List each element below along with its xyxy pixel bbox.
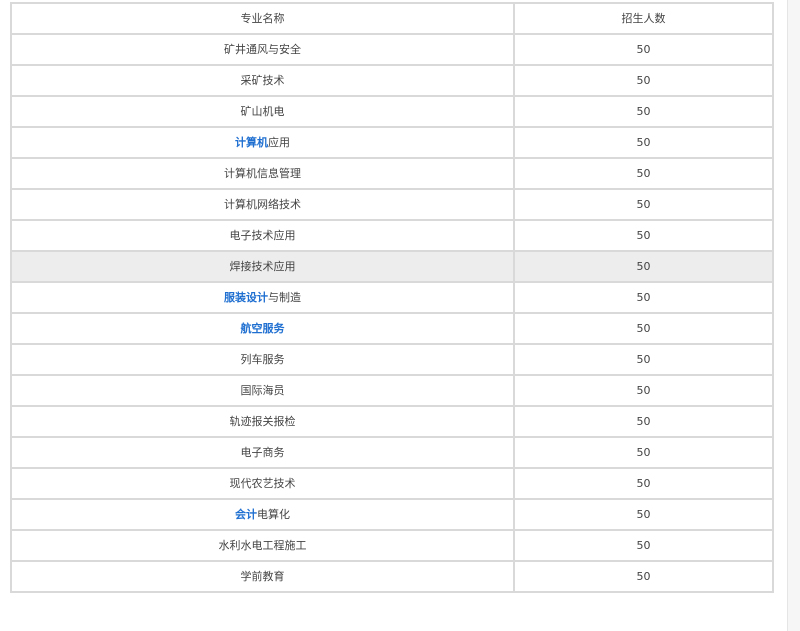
major-name-text: 与制造 (268, 291, 301, 304)
cell-major-name: 轨迹报关报检 (10, 405, 515, 438)
cell-major-name: 水利水电工程施工 (10, 529, 515, 562)
page: 专业名称 招生人数 矿井通风与安全 50 采矿技术 50 矿山机电 50 计算机应用 50 计算… (0, 0, 800, 631)
cell-major-name: 计算机网络技术 (10, 188, 515, 221)
major-name-text: 焊接技术应用 (229, 260, 296, 273)
cell-major-name: 计算机应用 (10, 126, 515, 159)
cell-major-name: 会计电算化 (10, 498, 515, 531)
table-row: 会计电算化 50 (10, 498, 774, 531)
header-major-name: 专业名称 (10, 2, 515, 35)
major-keyword-link[interactable]: 航空服务 (241, 322, 285, 335)
cell-enrollment-count: 50 (513, 467, 774, 500)
table-row: 电子技术应用 50 (10, 219, 774, 252)
cell-major-name: 学前教育 (10, 560, 515, 593)
table-row: 列车服务 50 (10, 343, 774, 376)
cell-major-name: 矿井通风与安全 (10, 33, 515, 66)
cell-major-name: 航空服务 (10, 312, 515, 345)
major-name-text: 矿井通风与安全 (224, 43, 301, 56)
cell-major-name: 电子商务 (10, 436, 515, 469)
cell-enrollment-count: 50 (513, 560, 774, 593)
major-name-text: 国际海员 (240, 384, 285, 397)
major-keyword-link[interactable]: 会计 (235, 508, 257, 521)
table-row: 电子商务 50 (10, 436, 774, 469)
table-row: 矿山机电 50 (10, 95, 774, 128)
table-row: 计算机应用 50 (10, 126, 774, 159)
major-name-text: 电算化 (257, 508, 290, 521)
table-row: 轨迹报关报检 50 (10, 405, 774, 438)
major-name-text: 应用 (268, 136, 290, 149)
major-name-text: 采矿技术 (240, 74, 285, 87)
table-row: 水利水电工程施工 50 (10, 529, 774, 562)
table-row: 现代农艺技术 50 (10, 467, 774, 500)
table-row: 计算机信息管理 50 (10, 157, 774, 190)
cell-major-name: 采矿技术 (10, 64, 515, 97)
cell-major-name: 现代农艺技术 (10, 467, 515, 500)
table-row: 国际海员 50 (10, 374, 774, 407)
cell-enrollment-count: 50 (513, 436, 774, 469)
cell-major-name: 列车服务 (10, 343, 515, 376)
cell-enrollment-count: 50 (513, 95, 774, 128)
major-keyword-link[interactable]: 服装设计 (224, 291, 268, 304)
cell-enrollment-count: 50 (513, 188, 774, 221)
cell-enrollment-count: 50 (513, 157, 774, 190)
major-name-text: 列车服务 (240, 353, 285, 366)
cell-major-name: 服装设计与制造 (10, 281, 515, 314)
cell-enrollment-count: 50 (513, 529, 774, 562)
cell-enrollment-count: 50 (513, 219, 774, 252)
major-name-text: 矿山机电 (240, 105, 285, 118)
cell-enrollment-count: 50 (513, 498, 774, 531)
major-name-text: 轨迹报关报检 (229, 415, 296, 428)
table-row: 计算机网络技术 50 (10, 188, 774, 221)
cell-enrollment-count: 50 (513, 64, 774, 97)
vertical-scrollbar[interactable] (787, 0, 800, 631)
cell-major-name: 电子技术应用 (10, 219, 515, 252)
cell-enrollment-count: 50 (513, 374, 774, 407)
major-keyword-link[interactable]: 计算机 (235, 136, 268, 149)
major-name-text: 电子商务 (240, 446, 285, 459)
cell-major-name: 计算机信息管理 (10, 157, 515, 190)
cell-enrollment-count: 50 (513, 312, 774, 345)
major-name-text: 学前教育 (240, 570, 285, 583)
cell-major-name: 国际海员 (10, 374, 515, 407)
table-body: 矿井通风与安全 50 采矿技术 50 矿山机电 50 计算机应用 50 计算机信息管理 50 计算机… (10, 33, 774, 593)
table-header-row: 专业名称 招生人数 (10, 2, 774, 35)
cell-enrollment-count: 50 (513, 250, 774, 283)
major-name-text: 计算机网络技术 (224, 198, 301, 211)
table-row: 服装设计与制造 50 (10, 281, 774, 314)
cell-major-name: 矿山机电 (10, 95, 515, 128)
table-row: 焊接技术应用 50 (10, 250, 774, 283)
major-name-text: 水利水电工程施工 (218, 539, 307, 552)
cell-enrollment-count: 50 (513, 126, 774, 159)
table-row: 矿井通风与安全 50 (10, 33, 774, 66)
cell-enrollment-count: 50 (513, 405, 774, 438)
major-name-text: 现代农艺技术 (229, 477, 296, 490)
table-row: 航空服务 50 (10, 312, 774, 345)
cell-enrollment-count: 50 (513, 343, 774, 376)
cell-enrollment-count: 50 (513, 33, 774, 66)
major-name-text: 电子技术应用 (229, 229, 296, 242)
enrollment-table-container: 专业名称 招生人数 矿井通风与安全 50 采矿技术 50 矿山机电 50 计算机应用 50 计算… (10, 2, 774, 593)
cell-enrollment-count: 50 (513, 281, 774, 314)
enrollment-table: 专业名称 招生人数 矿井通风与安全 50 采矿技术 50 矿山机电 50 计算机应用 50 计算… (10, 2, 774, 593)
cell-major-name: 焊接技术应用 (10, 250, 515, 283)
major-name-text: 计算机信息管理 (224, 167, 301, 180)
header-enrollment-count: 招生人数 (513, 2, 774, 35)
table-row: 学前教育 50 (10, 560, 774, 593)
table-row: 采矿技术 50 (10, 64, 774, 97)
